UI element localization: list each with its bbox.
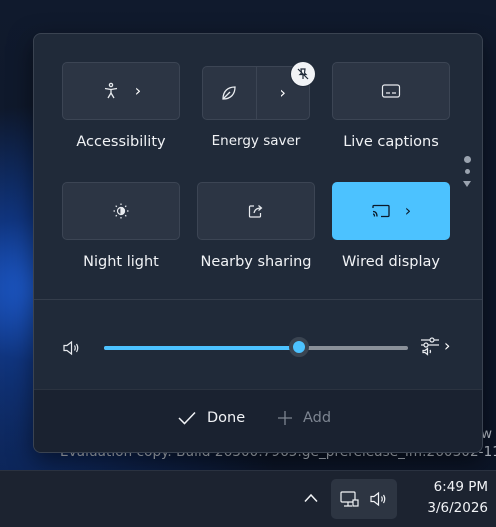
page-dot[interactable] [464,169,470,174]
clock-time: 6:49 PM [433,479,488,495]
done-button[interactable]: Done [177,410,245,426]
cast-icon [371,201,391,221]
accessibility-icon [101,81,121,101]
taskbar: 6:49 PM 3/6/2026 [0,470,496,527]
checkmark-icon [178,411,196,425]
tile-label-accessibility: Accessibility [76,134,166,150]
accessibility-tile[interactable]: › [62,62,180,120]
captions-icon [381,81,401,101]
plus-icon [278,411,292,425]
volume-slider-thumb[interactable] [288,337,309,357]
chevron-right-icon[interactable]: › [135,83,141,99]
chevron-right-icon: › [444,336,451,355]
audio-output-button[interactable]: › [420,336,450,356]
chevron-right-icon[interactable]: › [405,203,411,219]
share-icon [246,201,266,221]
energy-saver-toggle[interactable] [203,67,256,119]
caret-down-icon[interactable] [462,180,472,188]
page-dot-active[interactable] [463,156,471,163]
chevron-up-icon[interactable] [304,493,318,503]
network-wired-icon [339,489,359,509]
night-light-tile[interactable] [62,182,180,240]
tile-label-energy-saver: Energy saver [211,133,301,149]
unpin-icon[interactable] [291,62,315,86]
flyout-footer: Done Add [34,389,482,452]
tile-label-wired-display: Wired display [342,254,440,270]
nearby-sharing-tile[interactable] [197,182,315,240]
tile-label-night-light: Night light [83,254,159,270]
wired-display-tile[interactable]: › [332,182,450,240]
add-label: Add [303,410,332,426]
chevron-right-icon: › [279,83,286,102]
tile-label-nearby-sharing: Nearby sharing [200,254,312,270]
volume-icon [369,489,389,509]
volume-slider[interactable] [104,337,408,357]
done-label: Done [207,410,246,426]
speaker-icon[interactable] [62,338,82,358]
audio-mixer-icon [420,336,440,356]
page-indicator[interactable] [462,156,472,188]
tile-label-live-captions: Live captions [343,134,439,150]
live-captions-tile[interactable] [332,62,450,120]
quick-settings-flyout: › Accessibility › Energy saver Live capt… [33,33,483,453]
volume-slider-fill [104,346,299,350]
leaf-icon [219,83,239,103]
clock-date: 3/6/2026 [427,500,488,516]
system-tray-quick-settings[interactable] [331,479,397,519]
add-button[interactable]: Add [277,410,331,426]
brightness-icon [111,201,131,221]
divider [34,299,482,300]
clock[interactable]: 6:49 PM 3/6/2026 [410,477,488,519]
